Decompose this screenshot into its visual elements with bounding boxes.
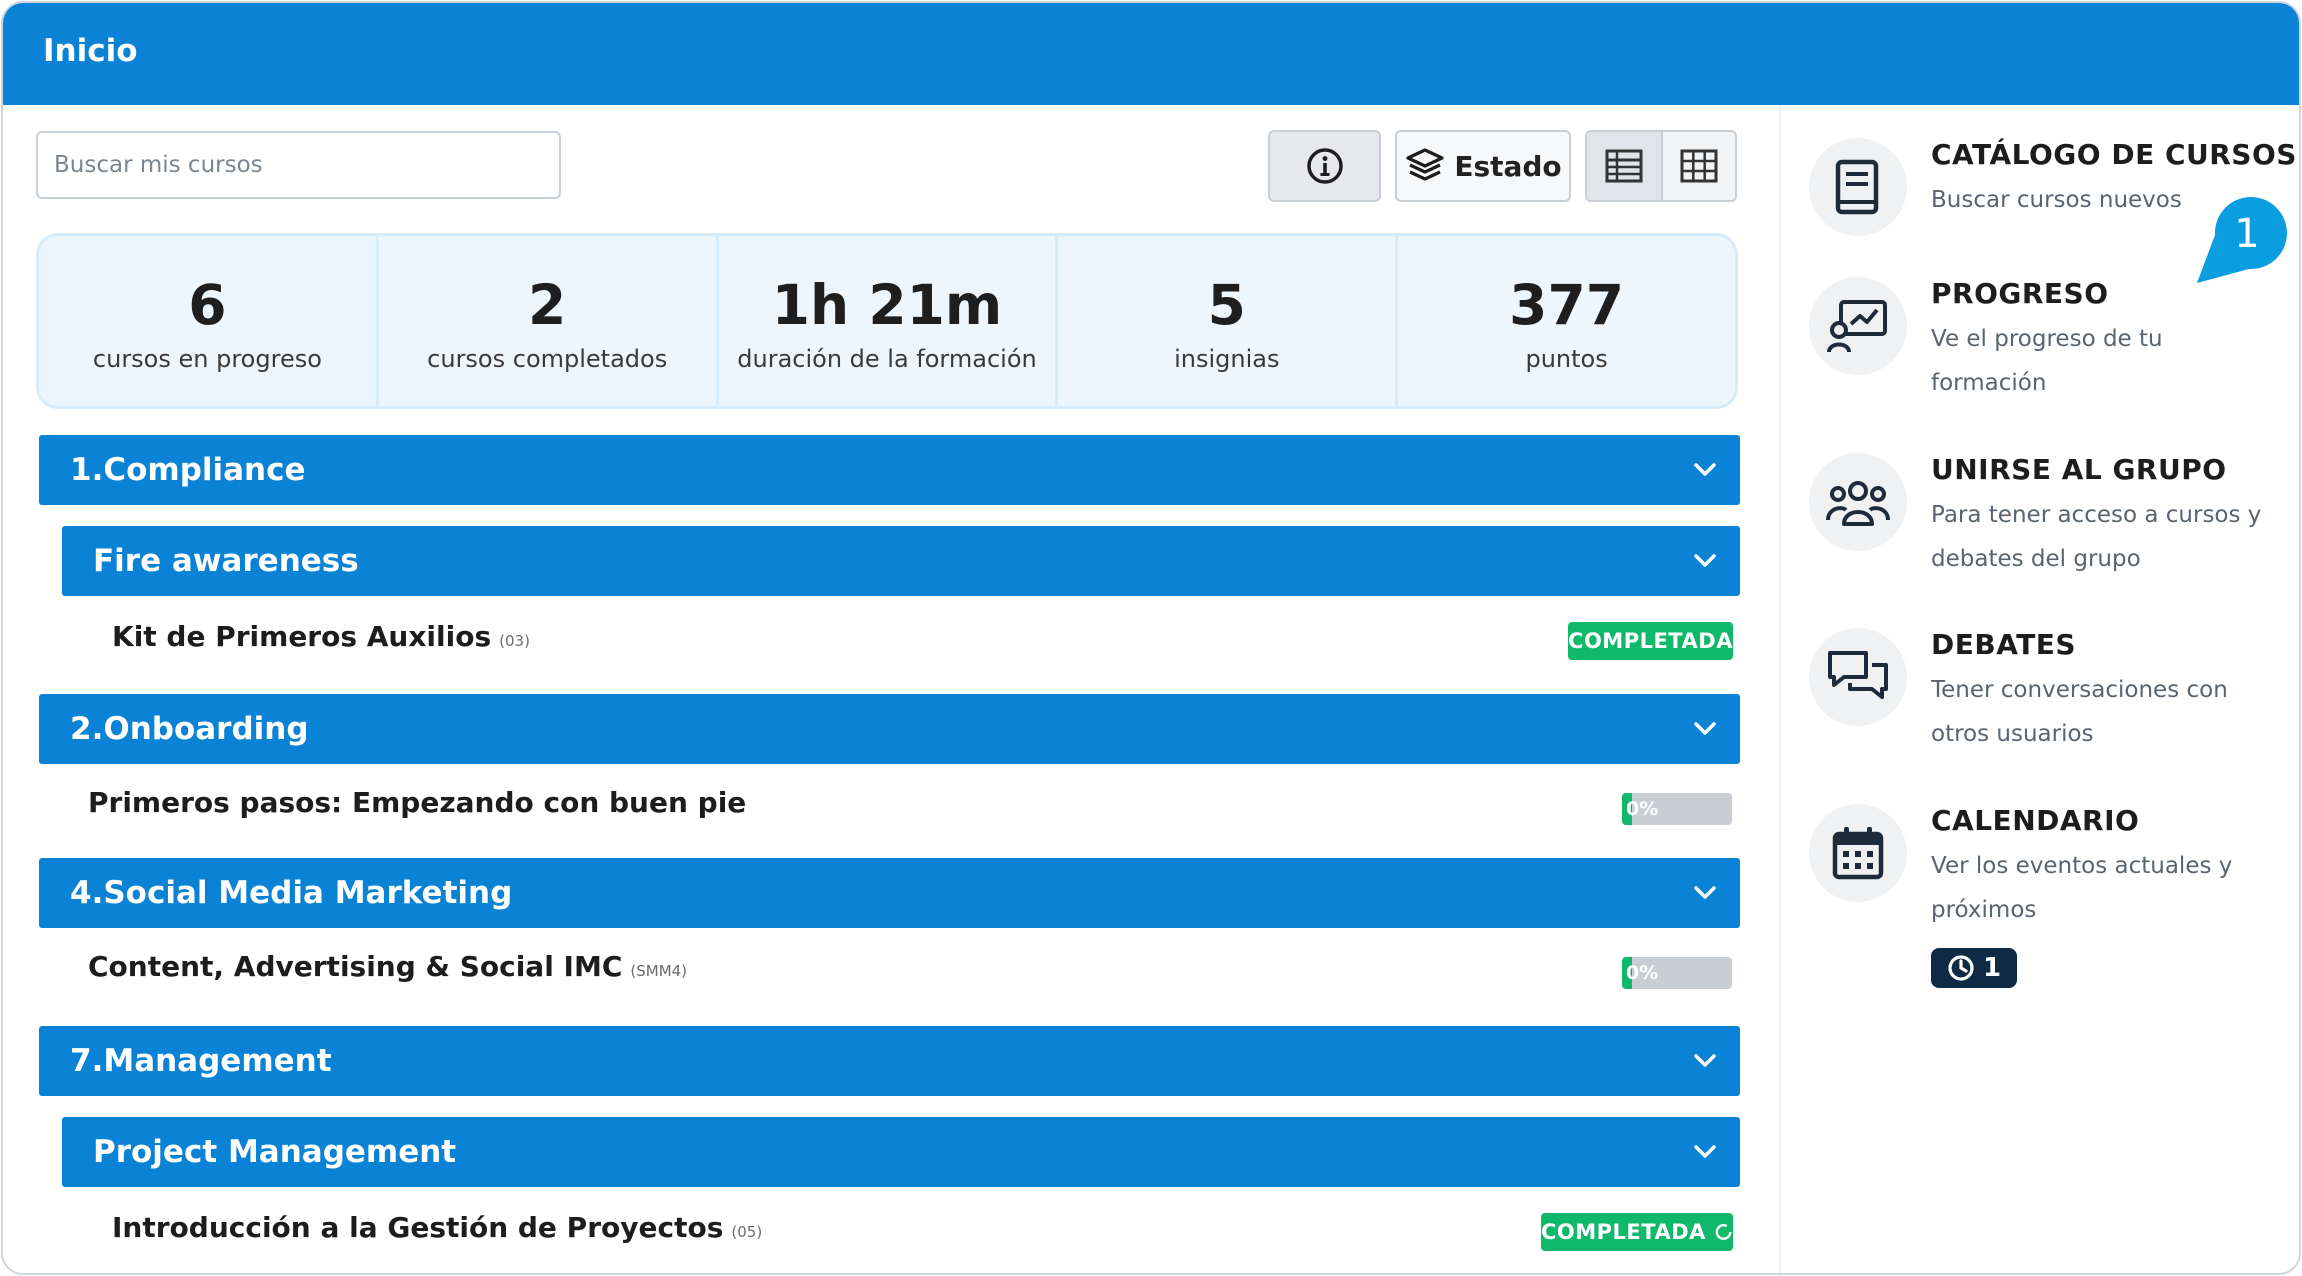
chevron-down-icon — [1694, 463, 1716, 476]
chevron-down-icon — [1694, 554, 1716, 567]
stat-label: cursos en progreso — [92, 344, 322, 373]
status-badge: COMPLETADA — [1541, 1213, 1733, 1251]
stat-value: 377 — [1509, 272, 1624, 337]
events-count: 1 — [1982, 953, 2002, 983]
refresh-circle-icon — [1715, 1224, 1732, 1240]
sidebar-item-desc: Para tener acceso a cursos y debates del… — [1931, 502, 2262, 572]
course-name: Introducción a la Gestión de Proyectos — [112, 1211, 724, 1244]
stats-panel: 6 cursos en progreso 2 cursos completado… — [36, 233, 1738, 409]
course-code: (03) — [499, 632, 530, 650]
sidebar-item-title: PROGRESO — [1931, 277, 2109, 310]
sidebar-item-debates[interactable]: DEBATES Tener conversaciones con otros u… — [1809, 628, 2289, 758]
status-label: COMPLETADA — [1568, 629, 1733, 653]
stat-value: 5 — [1207, 272, 1246, 337]
book-icon — [1835, 159, 1879, 215]
main-content: Estado — [3, 105, 1779, 1273]
chat-icon — [1828, 651, 1888, 699]
course-code: (05) — [731, 1223, 763, 1241]
callout-number: 1 — [2234, 211, 2259, 257]
course-link-first-aid[interactable]: Kit de Primeros Auxilios (03) — [112, 620, 530, 653]
sidebar-item-join-group[interactable]: UNIRSE AL GRUPO Para tener acceso a curs… — [1809, 453, 2289, 583]
stat-label: insignias — [1174, 344, 1280, 373]
chevron-down-icon — [1694, 886, 1716, 899]
chat-icon-circle — [1809, 628, 1907, 726]
progress-bar: 0% — [1622, 957, 1732, 989]
progress-label: 0% — [1626, 798, 1659, 820]
subcategory-title: Fire awareness — [93, 543, 359, 579]
course-name: Primeros pasos: Empezando con buen pie — [88, 786, 747, 819]
course-code: (SMM4) — [630, 962, 688, 980]
book-icon-circle — [1809, 138, 1907, 236]
subcategory-title: Project Management — [93, 1134, 457, 1170]
stat-label: duración de la formación — [737, 344, 1037, 373]
stat-value: 2 — [528, 272, 567, 337]
sidebar-item-desc: Ve el progreso de tu formación — [1931, 326, 2163, 396]
stat-in-progress: 6 cursos en progreso — [39, 236, 379, 406]
chevron-down-icon — [1694, 1145, 1716, 1158]
stat-label: cursos completados — [427, 344, 668, 373]
grid-view-button[interactable] — [1661, 132, 1735, 200]
table-list-icon — [1605, 149, 1643, 183]
course-link-content-advertising[interactable]: Content, Advertising & Social IMC (SMM4) — [88, 950, 687, 983]
layers-icon — [1406, 148, 1444, 181]
sidebar-item-progress[interactable]: PROGRESO Ve el progreso de tu formación — [1809, 277, 2289, 407]
list-view-button[interactable] — [1587, 132, 1661, 200]
stat-completed: 2 cursos completados — [379, 236, 719, 406]
callout-marker: 1 — [2197, 197, 2287, 283]
stat-value: 6 — [188, 272, 227, 337]
category-header-management[interactable]: 7.Management — [39, 1026, 1740, 1096]
estado-label: Estado — [1454, 149, 1562, 183]
sidebar-item-desc: Tener conversaciones con otros usuarios — [1931, 677, 2228, 747]
stat-badges: 5 insignias — [1058, 236, 1399, 406]
course-name: Content, Advertising & Social IMC — [88, 950, 623, 983]
course-name: Kit de Primeros Auxilios — [112, 620, 492, 653]
status-badge: COMPLETADA — [1568, 622, 1733, 660]
sidebar-item-title: CALENDARIO — [1931, 804, 2140, 837]
page-title: Inicio — [43, 33, 138, 69]
search-input[interactable] — [36, 131, 561, 199]
info-button[interactable] — [1268, 130, 1381, 202]
subcategory-header-project-management[interactable]: Project Management — [62, 1117, 1740, 1187]
chevron-down-icon — [1694, 1054, 1716, 1067]
view-toggle — [1585, 130, 1737, 202]
chevron-down-icon — [1694, 722, 1716, 735]
calendar-icon — [1832, 827, 1884, 880]
course-link-primeros-pasos[interactable]: Primeros pasos: Empezando con buen pie — [88, 786, 746, 819]
progress-bar: 0% — [1622, 793, 1732, 825]
sidebar-item-desc: Ver los eventos actuales y próximos — [1931, 853, 2233, 923]
grid-icon — [1680, 149, 1718, 183]
stat-value: 1h 21m — [771, 272, 1003, 337]
sidebar-item-title: CATÁLOGO DE CURSOS — [1931, 138, 2297, 171]
estado-button[interactable]: Estado — [1395, 130, 1571, 202]
subcategory-header-fire-awareness[interactable]: Fire awareness — [62, 526, 1740, 596]
category-title: 7.Management — [70, 1043, 332, 1079]
clock-icon — [1948, 955, 1974, 981]
info-circle-icon — [1306, 148, 1343, 184]
progress-chart-icon — [1827, 300, 1887, 353]
progress-icon-circle — [1809, 277, 1907, 375]
course-link-gestion-proyectos[interactable]: Introducción a la Gestión de Proyectos (… — [112, 1211, 762, 1244]
category-header-compliance[interactable]: 1.Compliance — [39, 435, 1740, 505]
calendar-icon-circle — [1809, 804, 1907, 902]
category-title: 1.Compliance — [70, 452, 306, 488]
category-title: 4.Social Media Marketing — [70, 875, 513, 911]
header-bar: Inicio — [3, 3, 2299, 105]
status-label: COMPLETADA — [1541, 1220, 1706, 1244]
group-icon — [1826, 481, 1890, 526]
stat-points: 377 puntos — [1398, 236, 1735, 406]
sidebar-item-title: DEBATES — [1931, 628, 2077, 661]
progress-label: 0% — [1626, 962, 1659, 984]
category-header-onboarding[interactable]: 2.Onboarding — [39, 694, 1740, 764]
stat-duration: 1h 21m duración de la formación — [719, 236, 1059, 406]
events-count-badge[interactable]: 1 — [1931, 948, 2017, 988]
category-header-social-media[interactable]: 4.Social Media Marketing — [39, 858, 1740, 928]
app-window: Inicio Estado — [1, 1, 2301, 1275]
group-icon-circle — [1809, 453, 1907, 551]
sidebar-item-calendar[interactable]: CALENDARIO Ver los eventos actuales y pr… — [1809, 804, 2289, 994]
sidebar-item-title: UNIRSE AL GRUPO — [1931, 453, 2227, 486]
stat-label: puntos — [1525, 344, 1608, 373]
category-title: 2.Onboarding — [70, 711, 309, 747]
